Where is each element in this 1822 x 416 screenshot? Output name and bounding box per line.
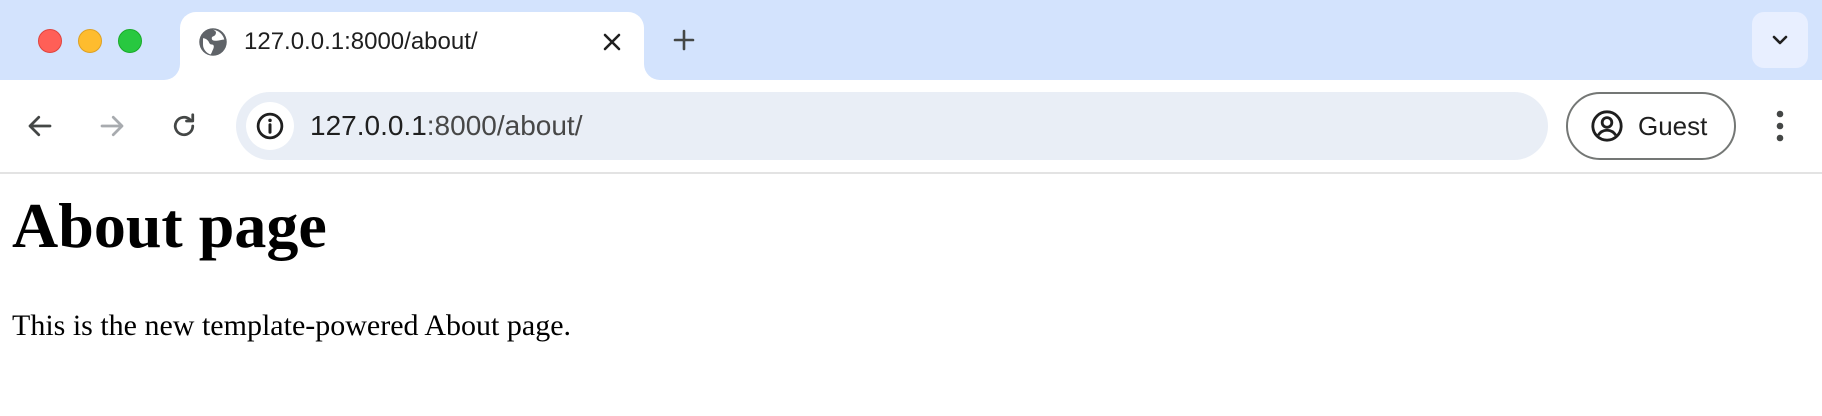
arrow-left-icon — [28, 115, 52, 137]
back-button[interactable] — [18, 104, 62, 148]
page-title: About page — [12, 190, 327, 261]
address-bar[interactable]: 127.0.0.1:8000/about/ — [236, 92, 1548, 160]
page-content: About page This is the new template-powe… — [0, 174, 1822, 416]
close-icon — [603, 33, 621, 51]
plus-icon — [673, 29, 695, 51]
url-path: :8000/about/ — [426, 110, 583, 141]
forward-button[interactable] — [90, 104, 134, 148]
tab-active[interactable]: 127.0.0.1:8000/about/ — [180, 12, 644, 80]
site-info-button[interactable] — [246, 102, 294, 150]
tab-strip: 127.0.0.1:8000/about/ — [0, 0, 1822, 80]
more-vert-icon — [1776, 110, 1784, 142]
reload-icon — [173, 113, 195, 137]
profile-label: Guest — [1638, 110, 1708, 141]
arrow-right-icon — [100, 115, 124, 137]
account-circle-icon — [1591, 110, 1623, 142]
chevron-down-icon — [1772, 35, 1788, 45]
browser-toolbar: 127.0.0.1:8000/about/ Guest — [0, 80, 1822, 174]
page-paragraph: This is the new template-powered About p… — [12, 309, 572, 342]
globe-icon — [199, 28, 227, 56]
reload-button[interactable] — [162, 104, 206, 148]
info-icon — [256, 112, 284, 140]
close-window-button[interactable] — [38, 29, 62, 53]
tab-search-button[interactable] — [1752, 12, 1808, 68]
url-host: 127.0.0.1 — [310, 110, 427, 141]
minimize-window-button[interactable] — [78, 29, 102, 53]
tab-title: 127.0.0.1:8000/about/ — [244, 28, 478, 55]
profile-button[interactable]: Guest — [1566, 92, 1736, 160]
tab-close-button[interactable] — [598, 28, 626, 56]
zoom-window-button[interactable] — [118, 29, 142, 53]
new-tab-button[interactable] — [668, 24, 700, 56]
browser-menu-button[interactable] — [1762, 102, 1798, 150]
browser-window: 127.0.0.1:8000/about/ 127.0.0.1:8000/abo… — [0, 0, 1822, 416]
url-text[interactable]: 127.0.0.1:8000/about/ — [310, 108, 582, 144]
